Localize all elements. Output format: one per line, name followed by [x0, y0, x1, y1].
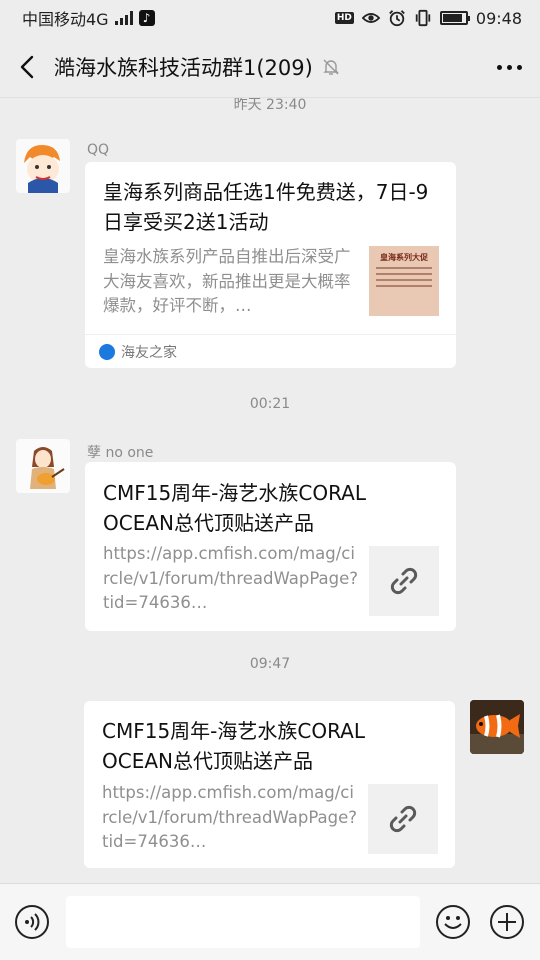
thumbnail-text: 皇海系列大促	[380, 253, 428, 262]
sender-name: 孽 no one	[87, 445, 154, 461]
chat-header: 澔海水族科技活动群1(209)	[0, 36, 540, 98]
chat-title: 澔海水族科技活动群1(209)	[54, 55, 313, 80]
girl-guitar-avatar-icon	[16, 439, 70, 493]
voice-icon[interactable]	[14, 904, 50, 940]
card-footer: 海友之家	[85, 334, 456, 368]
carrier-label: 中国移动4G	[22, 10, 109, 29]
source-logo-icon	[99, 343, 115, 360]
card-thumbnail	[368, 784, 438, 854]
signal-icon	[114, 11, 133, 25]
message-input[interactable]	[66, 896, 420, 948]
plus-icon[interactable]	[489, 904, 525, 940]
tiktok-icon: ♪	[138, 10, 155, 26]
avatar[interactable]	[470, 700, 524, 754]
link-card[interactable]: 皇海系列商品任选1件免费送，7日-9日享受买2送1活动 皇海水族系列产品自推出后…	[85, 162, 456, 368]
chat-area[interactable]: 昨天 23:40 QQ 皇海系列商品任选1件免费送，7日-9日享受买2送1活动 …	[0, 98, 540, 883]
sender-name: QQ	[87, 142, 110, 158]
status-bar: 中国移动4G ♪ HD 09:48	[0, 0, 540, 36]
vibrate-icon	[415, 9, 431, 27]
card-title: CMF15周年-海艺水族CORAL OCEAN总代顶贴送产品	[103, 481, 367, 535]
link-card[interactable]: CMF15周年-海艺水族CORAL OCEAN总代顶贴送产品 https://a…	[85, 462, 456, 631]
avatar[interactable]	[16, 439, 70, 493]
status-left: 中国移动4G ♪	[22, 6, 155, 30]
mute-bell-icon	[323, 59, 339, 75]
link-card[interactable]: CMF15周年-海艺水族CORAL OCEAN总代顶贴送产品 https://a…	[84, 701, 455, 868]
emoji-icon[interactable]	[435, 904, 471, 940]
card-description: 皇海水族系列产品自推出后深受广大海友喜欢，新品推出更是大概率爆款，好评不断，…	[103, 247, 351, 315]
eye-icon	[361, 13, 380, 23]
battery-icon	[439, 11, 470, 25]
avatar[interactable]	[16, 139, 70, 193]
card-title: CMF15周年-海艺水族CORAL OCEAN总代顶贴送产品	[102, 719, 366, 773]
card-title: 皇海系列商品任选1件免费送，7日-9日享受买2送1活动	[103, 180, 429, 234]
link-icon	[389, 805, 417, 833]
card-source: 海友之家	[121, 344, 177, 361]
card-description: https://app.cmfish.com/mag/circle/v1/for…	[103, 544, 359, 612]
timestamp: 昨天 23:40	[233, 98, 307, 113]
alarm-icon	[389, 10, 405, 27]
more-dots-icon	[496, 64, 502, 70]
status-right: HD 09:48	[334, 8, 522, 28]
clock: 09:48	[475, 8, 522, 28]
battery-level	[442, 14, 462, 22]
clownfish-avatar-icon	[470, 700, 524, 754]
back-arrow-icon	[20, 55, 34, 78]
card-thumbnail: 皇海系列大促	[369, 246, 439, 316]
more-button[interactable]	[492, 52, 526, 82]
back-button[interactable]	[0, 36, 54, 98]
hd-icon: HD	[334, 12, 354, 24]
card-description: https://app.cmfish.com/mag/circle/v1/for…	[102, 783, 358, 851]
card-thumbnail	[369, 546, 439, 616]
cartoon-avatar-icon	[16, 139, 70, 193]
timestamp: 00:21	[249, 396, 291, 412]
link-icon	[390, 567, 418, 595]
timestamp: 09:47	[249, 656, 291, 672]
input-bar	[0, 883, 540, 960]
